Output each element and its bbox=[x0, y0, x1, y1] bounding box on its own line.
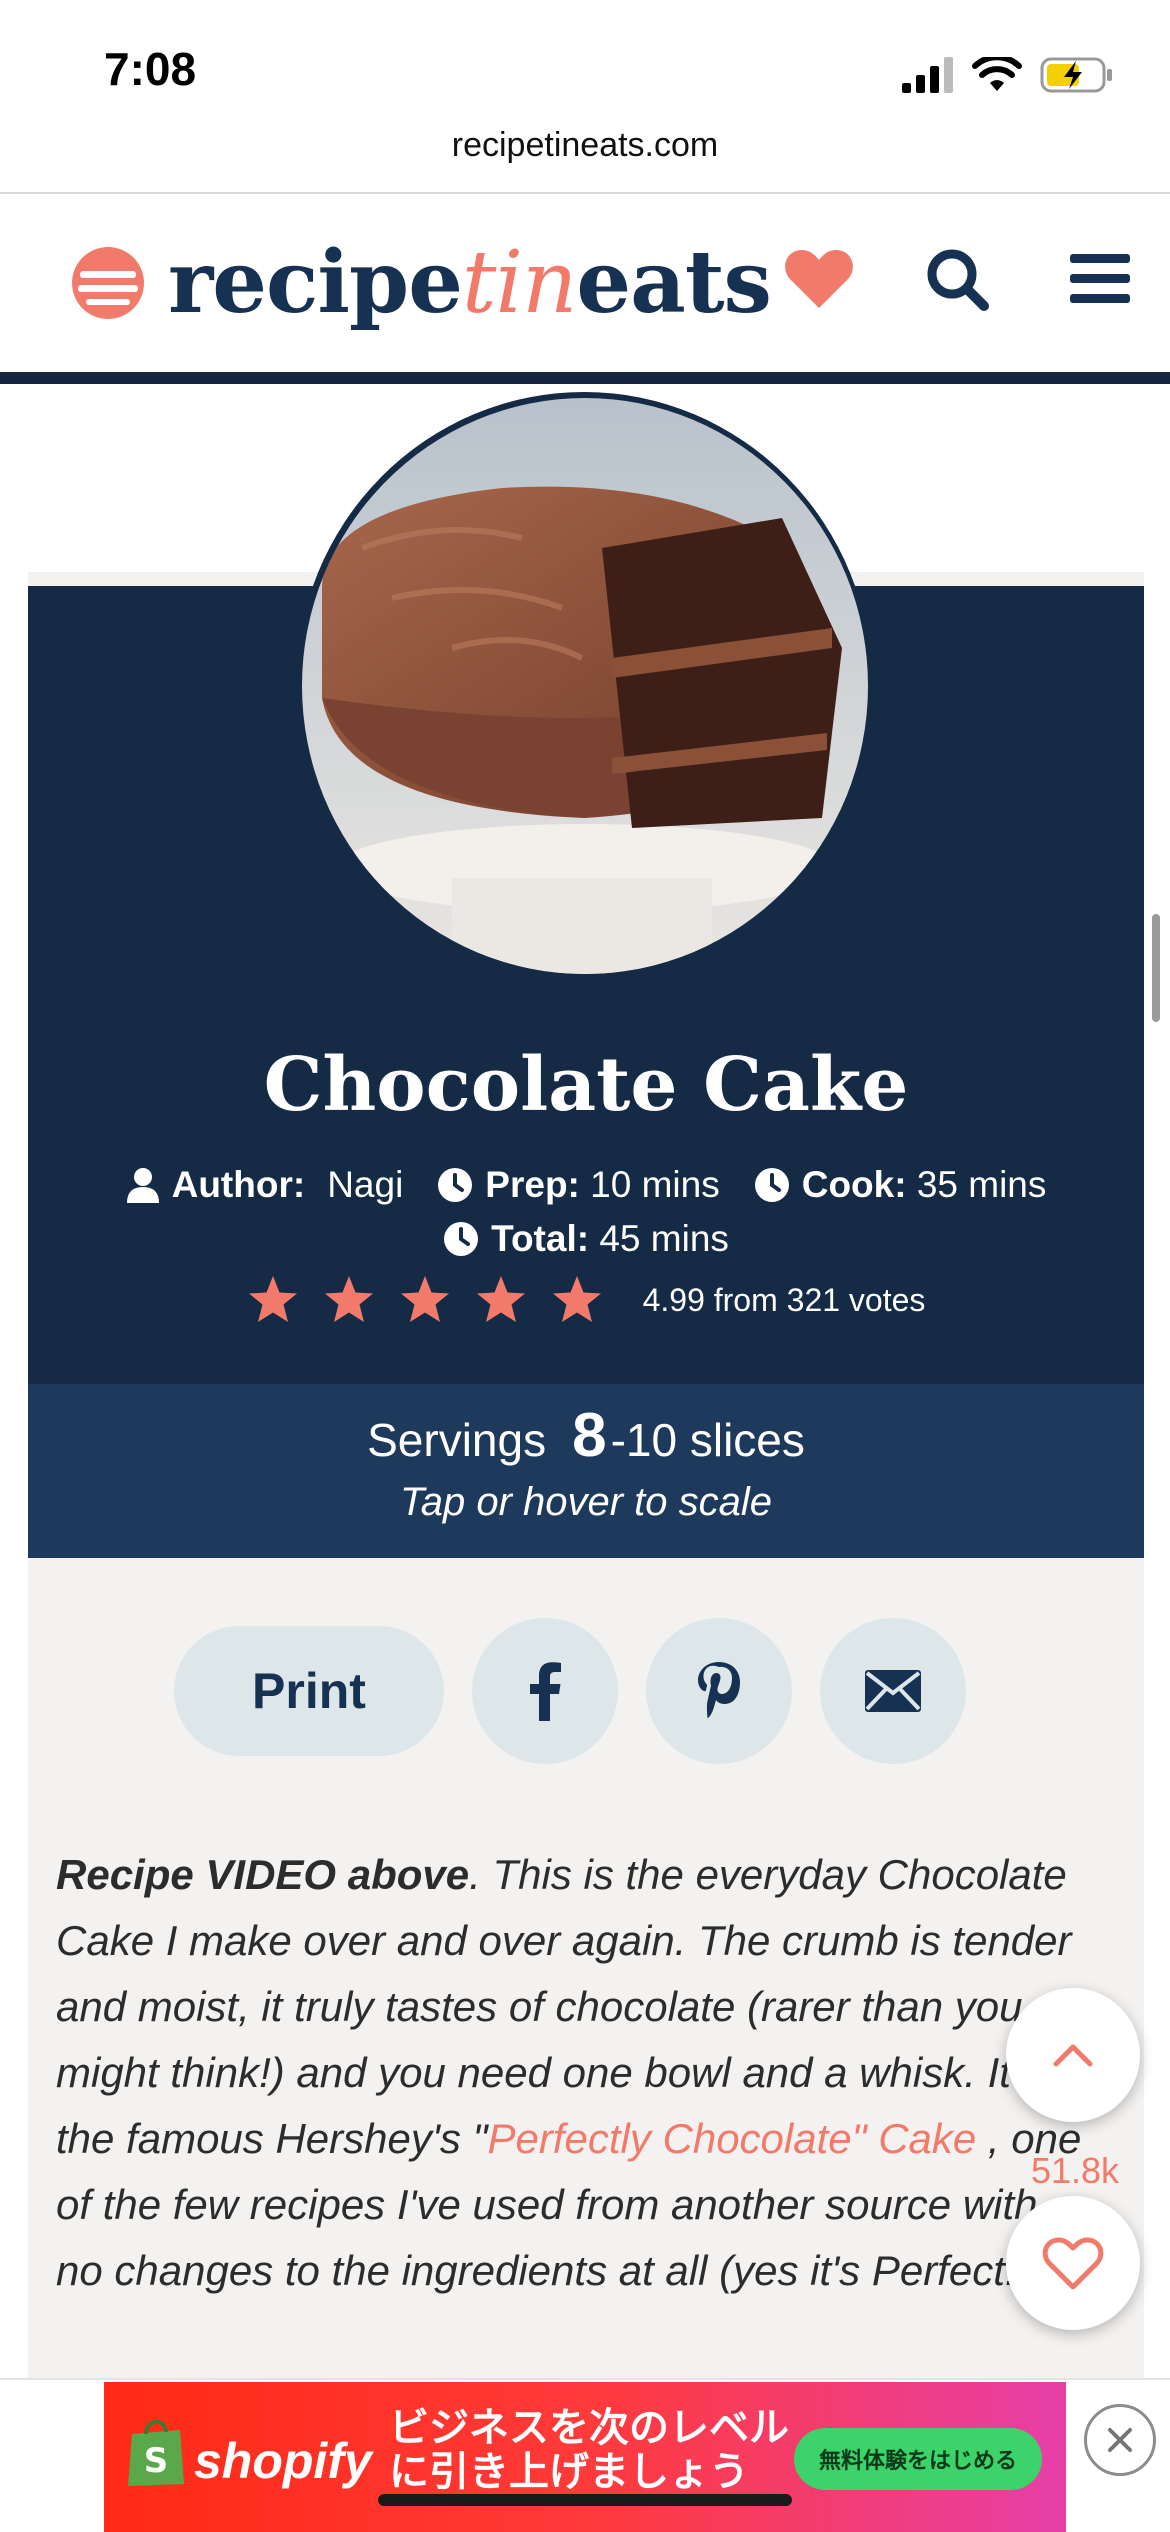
heart-outline-icon bbox=[1042, 2237, 1104, 2290]
total-time: 45 mins bbox=[599, 1218, 729, 1259]
prep-time: 10 mins bbox=[590, 1164, 720, 1205]
recipe-title: Chocolate Cake bbox=[263, 1042, 909, 1128]
cook-label: Cook: bbox=[801, 1164, 907, 1205]
prep-label: Prep: bbox=[485, 1164, 580, 1205]
page-scrollbar[interactable] bbox=[1152, 914, 1160, 1022]
ad-cta-button[interactable]: 無料体験をはじめる bbox=[794, 2428, 1042, 2490]
signal-icon bbox=[902, 57, 953, 93]
facebook-share-button[interactable] bbox=[472, 1618, 618, 1764]
servings-label: Servings bbox=[367, 1414, 547, 1466]
facebook-icon bbox=[530, 1662, 561, 1721]
favorites-count: 51.8k bbox=[1030, 2150, 1120, 2191]
scroll-to-top-button[interactable] bbox=[1006, 1988, 1140, 2122]
total-meta: Total: 45 mins bbox=[443, 1218, 729, 1260]
star-icon[interactable] bbox=[475, 1274, 527, 1326]
recipe-description: Recipe VIDEO above. This is the everyday… bbox=[56, 1842, 1092, 2304]
site-logo[interactable]: recipetineats bbox=[70, 232, 772, 333]
servings-value[interactable]: 8 bbox=[572, 1401, 606, 1470]
header-accent-bar bbox=[0, 372, 1170, 384]
cook-meta: Cook: 35 mins bbox=[754, 1164, 1047, 1206]
ad-close-button[interactable] bbox=[1084, 2404, 1156, 2476]
logo-bowl-icon bbox=[72, 246, 144, 319]
ad-brand: shopify bbox=[194, 2433, 372, 2489]
star-icon[interactable] bbox=[551, 1274, 603, 1326]
total-label: Total: bbox=[491, 1218, 590, 1259]
description-link[interactable]: Perfectly Chocolate" Cake bbox=[487, 2115, 976, 2162]
rating-stars[interactable] bbox=[247, 1274, 603, 1326]
pinterest-share-button[interactable] bbox=[646, 1618, 792, 1764]
servings-unit: -10 slices bbox=[610, 1414, 805, 1466]
battery-icon bbox=[1040, 57, 1112, 93]
logo-text-eats: eats bbox=[576, 232, 772, 333]
total-time-row: Total: 45 mins bbox=[28, 1218, 1144, 1260]
rating-row: 4.99 from 321 votes bbox=[28, 1274, 1144, 1326]
cook-time: 35 mins bbox=[916, 1164, 1047, 1205]
clock-icon bbox=[754, 1168, 789, 1202]
logo-text-recipe: recipe bbox=[168, 232, 463, 333]
author-label: Author: bbox=[171, 1164, 306, 1205]
home-indicator[interactable] bbox=[378, 2494, 792, 2506]
star-icon[interactable] bbox=[247, 1274, 299, 1326]
mail-icon bbox=[865, 1670, 921, 1712]
wifi-icon bbox=[972, 57, 1022, 91]
svg-text:S: S bbox=[144, 2441, 169, 2481]
servings-control[interactable]: Servings 8-10 slices bbox=[28, 1400, 1144, 1471]
logo-text-tin: tin bbox=[461, 233, 577, 333]
author-meta: Author: Nagi bbox=[126, 1164, 403, 1206]
scale-hint: Tap or hover to scale bbox=[399, 1480, 773, 1524]
status-icons bbox=[902, 50, 1114, 100]
recipe-hero-image bbox=[302, 398, 868, 974]
star-icon[interactable] bbox=[399, 1274, 451, 1326]
rating-text: 4.99 from 321 votes bbox=[642, 1281, 926, 1318]
close-icon bbox=[1108, 2428, 1132, 2452]
email-share-button[interactable] bbox=[820, 1618, 966, 1764]
author-name[interactable]: Nagi bbox=[327, 1164, 403, 1206]
save-favorite-button[interactable] bbox=[1006, 2196, 1140, 2330]
user-icon bbox=[126, 1168, 159, 1203]
status-time: 7:08 bbox=[104, 43, 197, 95]
ad-copy: ビジネスを次のレベルに引き上げましょう bbox=[389, 2406, 789, 2494]
search-icon[interactable] bbox=[926, 248, 990, 312]
chevron-up-icon bbox=[1053, 2044, 1093, 2067]
print-button[interactable]: Print bbox=[174, 1626, 444, 1756]
star-icon[interactable] bbox=[323, 1274, 375, 1326]
pinterest-icon bbox=[698, 1662, 740, 1718]
ad-banner[interactable]: S shopify ビジネスを次のレベルに引き上げましょう 無料体験をはじめる bbox=[104, 2382, 1066, 2532]
menu-icon[interactable] bbox=[1070, 252, 1130, 306]
recipe-meta-row: Author: Nagi Prep: 10 mins Cook: 35 mins bbox=[28, 1164, 1144, 1206]
clock-icon bbox=[438, 1168, 473, 1202]
prep-meta: Prep: 10 mins bbox=[437, 1164, 720, 1206]
shopify-bag-icon: S bbox=[128, 2419, 184, 2486]
clock-icon bbox=[444, 1222, 479, 1256]
description-bold-lead: Recipe VIDEO above bbox=[56, 1851, 470, 1898]
favorites-heart-icon[interactable] bbox=[784, 246, 854, 310]
browser-url[interactable]: recipetineats.com bbox=[0, 126, 1170, 165]
